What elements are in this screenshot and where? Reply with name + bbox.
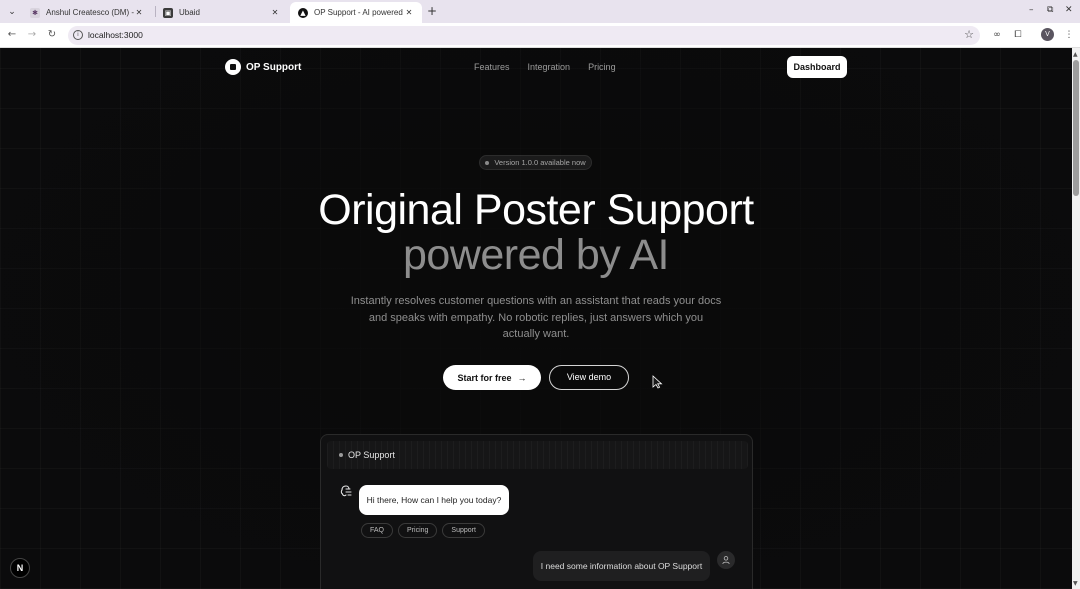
scrollbar-thumb[interactable] — [1073, 60, 1079, 196]
chat-preview-panel: OP Support Hi there, How can I help you … — [320, 434, 753, 589]
document-favicon-icon: ▣ — [163, 7, 173, 18]
logo-mark-icon — [225, 59, 241, 75]
new-tab-button[interactable]: + — [426, 4, 438, 18]
extensions-puzzle-icon[interactable]: ⧠ — [1011, 28, 1025, 42]
page-viewport: OP Support Features Integration Pricing … — [0, 48, 1072, 589]
nextjs-dev-indicator[interactable]: N — [10, 558, 30, 578]
mouse-pointer-icon — [652, 375, 663, 389]
user-avatar — [717, 551, 735, 569]
bot-brain-icon — [340, 485, 352, 497]
nav-link-integration[interactable]: Integration — [528, 62, 571, 72]
quick-reply-chips: FAQ Pricing Support — [361, 523, 485, 538]
chat-preview-title: OP Support — [348, 450, 395, 460]
hero-subtitle: Instantly resolves customer questions wi… — [350, 295, 722, 340]
view-demo-button[interactable]: View demo — [549, 365, 629, 390]
minimize-window-icon[interactable]: – — [1029, 5, 1034, 15]
bookmark-star-icon[interactable]: ☆ — [964, 28, 974, 41]
version-badge-text: Version 1.0.0 available now — [494, 158, 586, 167]
start-for-free-button[interactable]: Start for free → — [443, 365, 541, 390]
user-message-bubble: I need some information about OP Support — [533, 551, 710, 581]
hero-title-line1: Original Poster Support — [318, 186, 754, 234]
tab-op-support[interactable]: ▲ OP Support - AI powered cu ✕ — [290, 2, 422, 23]
tab-title: OP Support - AI powered cu — [314, 8, 404, 17]
quick-reply-support[interactable]: Support — [442, 523, 485, 538]
scroll-up-arrow-icon[interactable]: ▲ — [1073, 51, 1078, 58]
page-scrollbar[interactable]: ▲ ▼ — [1072, 48, 1080, 589]
nav-link-pricing[interactable]: Pricing — [588, 62, 616, 72]
nav-links: Features Integration Pricing — [474, 62, 616, 72]
nav-link-features[interactable]: Features — [474, 62, 510, 72]
close-window-icon[interactable]: ✕ — [1065, 5, 1073, 15]
maximize-window-icon[interactable]: ⧉ — [1047, 5, 1053, 15]
reload-icon[interactable]: ↻ — [45, 28, 59, 42]
site-info-icon[interactable]: i — [73, 30, 83, 40]
back-arrow-icon[interactable]: ← — [5, 28, 19, 42]
chat-preview-header: OP Support — [327, 441, 748, 469]
bot-message-bubble: Hi there, How can I help you today? — [359, 485, 509, 515]
quick-reply-faq[interactable]: FAQ — [361, 523, 394, 538]
tab-search-chevron-icon[interactable]: ⌄ — [6, 6, 18, 18]
arrow-right-icon: → — [517, 372, 527, 383]
version-badge: Version 1.0.0 available now — [479, 155, 592, 170]
hero-title-line2: powered by AI — [402, 231, 670, 279]
close-tab-icon[interactable]: ✕ — [134, 8, 144, 17]
status-dot — [485, 160, 490, 165]
slack-favicon-icon: ✱ — [30, 7, 40, 18]
user-person-icon — [722, 556, 730, 565]
tab-createsco[interactable]: ✱ Anshul Createsco (DM) - Cr ✕ — [22, 2, 152, 23]
start-for-free-label: Start for free — [457, 372, 512, 383]
browser-tab-bar: ⌄ ✱ Anshul Createsco (DM) - Cr ✕ ▣ Ubaid… — [0, 0, 1080, 23]
address-bar[interactable]: i localhost:3000 ☆ — [68, 26, 980, 45]
profile-avatar[interactable]: V — [1041, 28, 1054, 41]
tab-title: Ubaid — [179, 8, 200, 17]
brand-name: OP Support — [246, 61, 302, 73]
forward-arrow-icon[interactable]: → — [25, 28, 39, 42]
browser-toolbar: ← → ↻ i localhost:3000 ☆ ∞ ⧠ V ⋮ — [0, 23, 1080, 48]
quick-reply-pricing[interactable]: Pricing — [398, 523, 438, 538]
tab-ubaid[interactable]: ▣ Ubaid ✕ — [155, 2, 288, 23]
close-tab-icon[interactable]: ✕ — [270, 8, 280, 17]
close-tab-icon[interactable]: ✕ — [404, 8, 414, 17]
site-navbar: OP Support Features Integration Pricing … — [0, 48, 1072, 86]
url-text[interactable]: localhost:3000 — [88, 30, 143, 40]
browser-menu-icon[interactable]: ⋮ — [1062, 28, 1076, 42]
scroll-down-arrow-icon[interactable]: ▼ — [1073, 580, 1078, 587]
brand-logo[interactable]: OP Support — [225, 59, 301, 75]
dashboard-button[interactable]: Dashboard — [787, 56, 847, 78]
extension-glasses-icon[interactable]: ∞ — [990, 28, 1004, 42]
online-status-dot — [339, 453, 343, 457]
tab-title: Anshul Createsco (DM) - Cr — [46, 8, 134, 17]
op-support-favicon-icon: ▲ — [298, 7, 308, 18]
